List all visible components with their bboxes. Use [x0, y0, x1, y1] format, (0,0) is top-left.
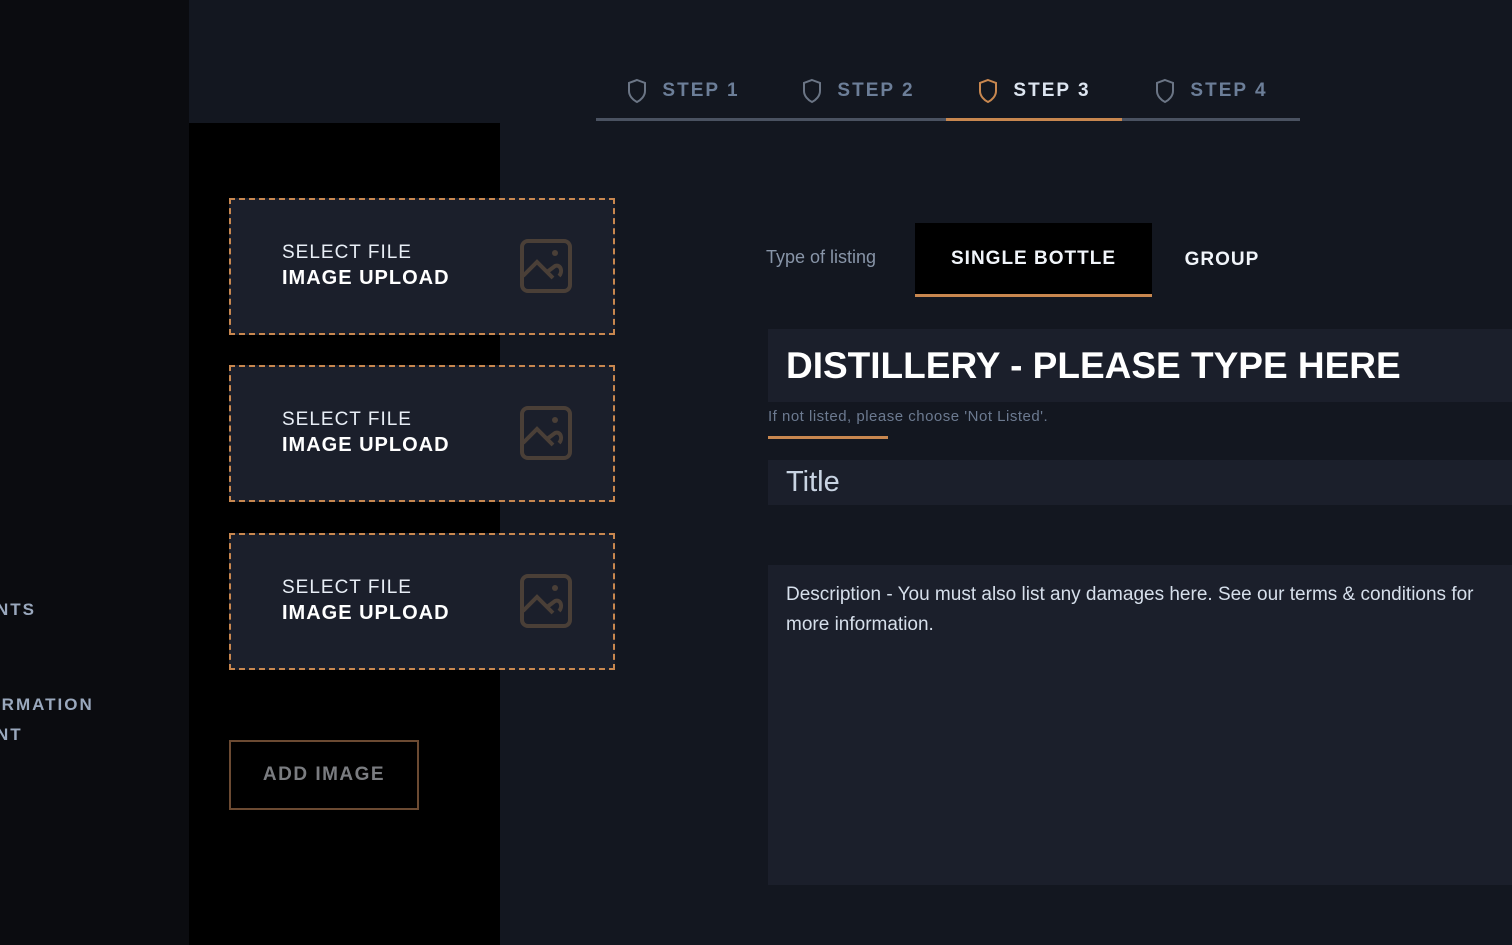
tab-step-2[interactable]: STEP 2 — [770, 64, 946, 121]
image-icon — [520, 574, 572, 628]
title-field-wrapper — [768, 460, 1512, 505]
shield-icon — [628, 78, 647, 104]
step-tabs: STEP 1 STEP 2 STEP 3 STEP 4 — [596, 64, 1300, 124]
step-label: STEP 1 — [662, 80, 740, 101]
image-upload-label: IMAGE UPLOAD — [282, 602, 450, 624]
distillery-input[interactable] — [768, 329, 1512, 402]
select-file-label: SELECT FILE — [282, 577, 412, 598]
listing-type-label: Type of listing — [766, 247, 877, 267]
sidebar-item-label: ·RMATION — [1, 695, 94, 714]
image-icon — [520, 239, 572, 293]
image-upload-1[interactable]: SELECT FILE IMAGE UPLOAD — [229, 198, 615, 335]
image-upload-label: IMAGE UPLOAD — [282, 267, 450, 289]
distillery-field-wrapper — [768, 329, 1512, 402]
tab-step-3[interactable]: STEP 3 — [946, 64, 1122, 121]
select-file-label: SELECT FILE — [282, 242, 412, 263]
description-field-wrapper: Description - You must also list any dam… — [768, 565, 1512, 885]
step-label: STEP 4 — [1190, 80, 1268, 101]
image-upload-3[interactable]: SELECT FILE IMAGE UPLOAD — [229, 533, 615, 670]
tab-step-1[interactable]: STEP 1 — [596, 64, 770, 121]
title-input[interactable] — [768, 460, 1512, 505]
image-upload-label: IMAGE UPLOAD — [282, 434, 450, 456]
shield-icon — [1156, 78, 1175, 104]
tab-step-4[interactable]: STEP 4 — [1122, 64, 1300, 121]
sidebar-item-label: NTS — [0, 600, 36, 619]
image-icon — [520, 406, 572, 460]
single-bottle-option[interactable]: SINGLE BOTTLE — [915, 223, 1152, 297]
step-label: STEP 2 — [837, 80, 915, 101]
shield-icon — [803, 78, 822, 104]
sidebar-item[interactable]: NTS — [0, 600, 36, 620]
left-sidebar: NTS ·RMATION NT — [0, 0, 189, 945]
select-file-label: SELECT FILE — [282, 409, 412, 430]
step-label: STEP 3 — [1013, 80, 1091, 101]
distillery-hint: If not listed, please choose 'Not Listed… — [768, 408, 1049, 425]
description-textarea[interactable] — [768, 565, 1512, 885]
group-option[interactable]: GROUP — [1160, 223, 1284, 297]
field-accent-underline — [768, 436, 888, 439]
shield-icon — [979, 78, 998, 104]
sidebar-item[interactable]: NT — [0, 725, 23, 745]
sidebar-item-label: NT — [0, 725, 23, 744]
add-image-button[interactable]: ADD IMAGE — [229, 740, 419, 810]
sidebar-item[interactable]: ·RMATION — [0, 695, 94, 715]
image-upload-2[interactable]: SELECT FILE IMAGE UPLOAD — [229, 365, 615, 502]
